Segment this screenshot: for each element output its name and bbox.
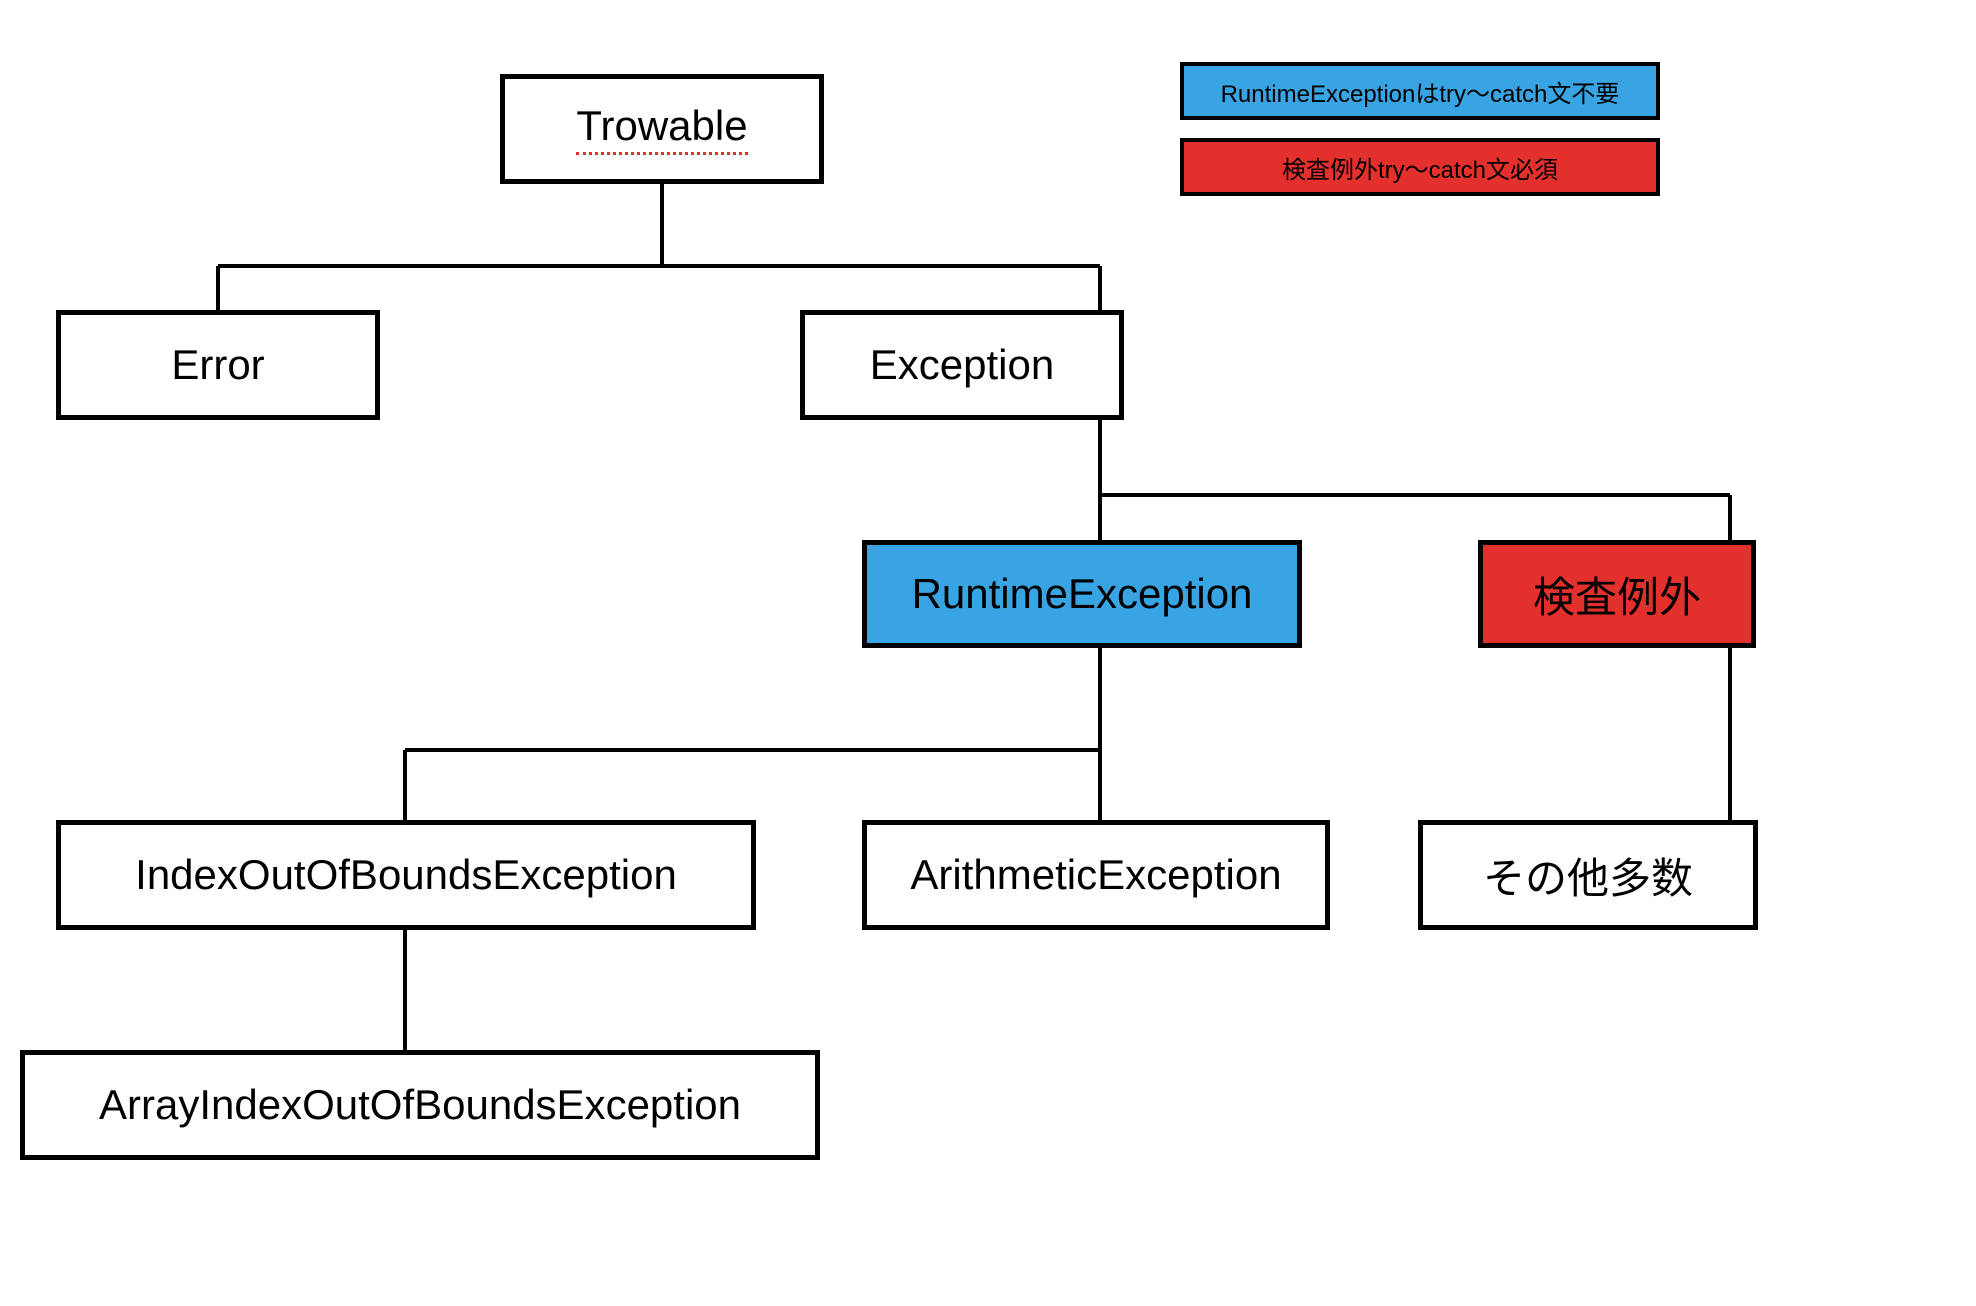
node-checked-exception: 検査例外 [1478, 540, 1756, 648]
node-runtime-label: RuntimeException [912, 570, 1253, 618]
legend-checked-text: 検査例外try〜catch文必須 [1282, 150, 1558, 185]
node-aioob-label: ArrayIndexOutOfBoundsException [99, 1081, 741, 1129]
node-error: Error [56, 310, 380, 420]
node-arith-label: ArithmeticException [910, 851, 1281, 899]
node-index-out-of-bounds: IndexOutOfBoundsException [56, 820, 756, 930]
node-checked-label: 検査例外 [1533, 564, 1701, 625]
node-error-label: Error [171, 341, 264, 389]
node-ioob-label: IndexOutOfBoundsException [135, 851, 677, 899]
node-exception-label: Exception [870, 341, 1054, 389]
node-runtime-exception: RuntimeException [862, 540, 1302, 648]
node-others-label: その他多数 [1483, 845, 1693, 906]
node-others: その他多数 [1418, 820, 1758, 930]
node-exception: Exception [800, 310, 1124, 420]
node-throwable-label: Trowable [576, 103, 747, 154]
node-arithmetic-exception: ArithmeticException [862, 820, 1330, 930]
legend-checked: 検査例外try〜catch文必須 [1180, 138, 1660, 196]
legend-runtime-text: RuntimeExceptionはtry〜catch文不要 [1221, 74, 1620, 109]
node-array-index-out-of-bounds: ArrayIndexOutOfBoundsException [20, 1050, 820, 1160]
diagram-canvas: RuntimeExceptionはtry〜catch文不要 検査例外try〜ca… [0, 0, 1976, 1306]
legend-runtime: RuntimeExceptionはtry〜catch文不要 [1180, 62, 1660, 120]
node-throwable: Trowable [500, 74, 824, 184]
